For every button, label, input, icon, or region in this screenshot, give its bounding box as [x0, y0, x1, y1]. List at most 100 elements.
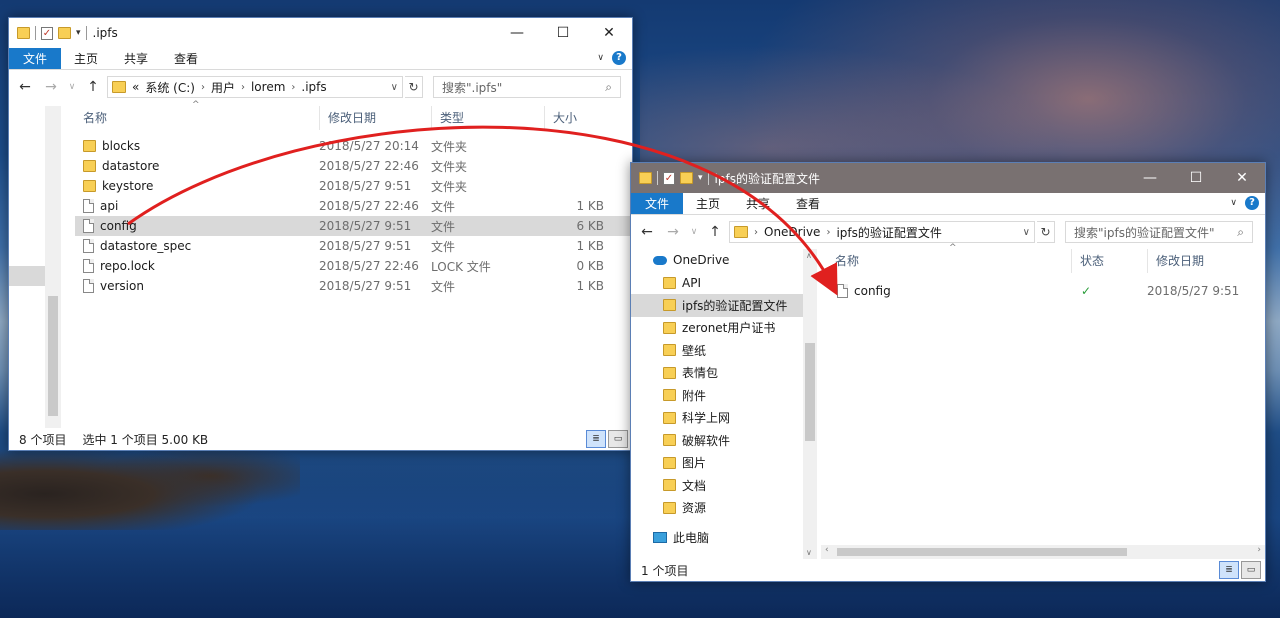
nav-pane-scrollbar[interactable]: [45, 106, 61, 428]
back-button[interactable]: ←: [635, 224, 659, 240]
help-icon[interactable]: ?: [1245, 196, 1259, 210]
refresh-button[interactable]: ↻: [1037, 221, 1055, 243]
help-icon[interactable]: ?: [612, 51, 626, 65]
search-placeholder: 搜索"ipfs的验证配置文件": [1074, 225, 1215, 240]
table-row[interactable]: blocks 2018/5/27 20:14 文件夹: [75, 136, 631, 156]
tree-item-folder[interactable]: 文档: [631, 474, 803, 497]
maximize-button[interactable]: ☐: [540, 18, 586, 48]
horizontal-scrollbar[interactable]: ‹ ›: [821, 545, 1265, 559]
recent-dropdown-icon[interactable]: ∨: [687, 227, 701, 237]
tree-item-folder[interactable]: 破解软件: [631, 429, 803, 452]
minimize-button[interactable]: —: [494, 18, 540, 48]
chevron-right-icon[interactable]: ›: [241, 82, 245, 93]
new-folder-icon[interactable]: [58, 27, 71, 39]
address-dropdown-icon[interactable]: ∨: [1023, 227, 1030, 238]
ribbon: 文件 主页 共享 查看 ∨ ?: [9, 48, 632, 70]
table-row[interactable]: version 2018/5/27 9:51 文件 1 KB: [75, 276, 631, 296]
tab-share[interactable]: 共享: [733, 193, 783, 214]
ribbon: 文件 主页 共享 查看 ∨ ?: [631, 193, 1265, 215]
breadcrumb-ipfs[interactable]: .ipfs: [301, 80, 326, 94]
maximize-button[interactable]: ☐: [1173, 163, 1219, 193]
refresh-button[interactable]: ↻: [405, 76, 423, 98]
chevron-right-icon[interactable]: ›: [291, 82, 295, 93]
expand-ribbon-icon[interactable]: ∨: [1230, 198, 1237, 208]
nav-pane-selected-item[interactable]: [9, 266, 45, 286]
chevron-right-icon[interactable]: ›: [754, 227, 758, 238]
tree-item-folder[interactable]: 壁纸: [631, 339, 803, 362]
address-dropdown-icon[interactable]: ∨: [391, 82, 398, 93]
tree-item-folder[interactable]: 科学上网: [631, 407, 803, 430]
tree-item-onedrive[interactable]: OneDrive: [631, 249, 803, 272]
column-date[interactable]: 修改日期: [319, 106, 431, 130]
details-view-icon[interactable]: ≣: [586, 430, 606, 448]
tab-view[interactable]: 查看: [783, 193, 833, 214]
breadcrumb-users[interactable]: 用户: [211, 79, 235, 96]
tab-file[interactable]: 文件: [631, 193, 684, 214]
search-input[interactable]: 搜索".ipfs" ⌕: [433, 76, 621, 98]
minimize-button[interactable]: —: [1127, 163, 1173, 193]
breadcrumb-onedrive[interactable]: OneDrive: [764, 225, 820, 239]
breadcrumb-current-folder[interactable]: ipfs的验证配置文件: [836, 224, 941, 241]
forward-button[interactable]: →: [661, 224, 685, 240]
address-bar[interactable]: « 系统 (C:) › 用户 › lorem › .ipfs ∨: [107, 76, 403, 98]
tree-item-folder[interactable]: 附件: [631, 384, 803, 407]
tree-item-folder[interactable]: ipfs的验证配置文件: [631, 294, 803, 317]
tree-item-folder[interactable]: 资源: [631, 497, 803, 520]
forward-button[interactable]: →: [39, 79, 63, 95]
tree-item-this-pc[interactable]: 此电脑: [631, 526, 803, 549]
nav-pane-scroll-thumb[interactable]: [48, 296, 58, 416]
tree-item-folder[interactable]: zeronet用户证书: [631, 317, 803, 340]
up-button[interactable]: ↑: [81, 79, 105, 95]
breadcrumb-c-drive[interactable]: 系统 (C:): [145, 79, 195, 96]
search-input[interactable]: 搜索"ipfs的验证配置文件" ⌕: [1065, 221, 1253, 243]
chevron-right-icon[interactable]: ›: [826, 227, 830, 238]
back-button[interactable]: ←: [13, 79, 37, 95]
horizontal-scroll-thumb[interactable]: [837, 548, 1127, 556]
column-size[interactable]: 大小: [544, 106, 631, 130]
address-bar[interactable]: › OneDrive › ipfs的验证配置文件 ∨: [729, 221, 1035, 243]
tab-home[interactable]: 主页: [683, 193, 733, 214]
table-row[interactable]: datastore 2018/5/27 22:46 文件夹: [75, 156, 631, 176]
large-icons-view-icon[interactable]: ▭: [1241, 561, 1261, 579]
column-type[interactable]: 类型: [431, 106, 544, 130]
column-status[interactable]: 状态: [1071, 249, 1147, 273]
quick-access-dropdown-icon[interactable]: ▾: [698, 173, 703, 183]
scroll-right-icon[interactable]: ›: [1257, 545, 1261, 555]
expand-ribbon-icon[interactable]: ∨: [597, 53, 604, 63]
scroll-up-icon[interactable]: ∧: [806, 251, 812, 260]
properties-icon[interactable]: ✓: [663, 171, 675, 185]
large-icons-view-icon[interactable]: ▭: [608, 430, 628, 448]
properties-icon[interactable]: ✓: [41, 26, 53, 40]
column-date[interactable]: 修改日期: [1147, 249, 1263, 273]
breadcrumb-lorem[interactable]: lorem: [251, 80, 285, 94]
scroll-left-icon[interactable]: ‹: [825, 545, 829, 555]
tree-item-folder[interactable]: API: [631, 272, 803, 295]
tab-share[interactable]: 共享: [111, 48, 161, 69]
table-row[interactable]: config ✓ 2018/5/27 9:51: [827, 281, 1263, 301]
tab-view[interactable]: 查看: [161, 48, 211, 69]
tree-item-folder[interactable]: 表情包: [631, 362, 803, 385]
table-row[interactable]: api 2018/5/27 22:46 文件 1 KB: [75, 196, 631, 216]
table-row[interactable]: datastore_spec 2018/5/27 9:51 文件 1 KB: [75, 236, 631, 256]
table-row[interactable]: repo.lock 2018/5/27 22:46 LOCK 文件 0 KB: [75, 256, 631, 276]
details-view-icon[interactable]: ≣: [1219, 561, 1239, 579]
onedrive-cloud-icon: [653, 255, 667, 265]
tree-item-folder[interactable]: 图片: [631, 452, 803, 475]
close-button[interactable]: ✕: [586, 18, 632, 48]
nav-pane-scroll-thumb[interactable]: [805, 343, 815, 441]
new-folder-icon[interactable]: [680, 172, 693, 184]
table-row[interactable]: keystore 2018/5/27 9:51 文件夹: [75, 176, 631, 196]
chevron-right-icon[interactable]: ›: [201, 82, 205, 93]
scroll-down-icon[interactable]: ∨: [806, 548, 812, 557]
recent-dropdown-icon[interactable]: ∨: [65, 82, 79, 92]
table-row[interactable]: config 2018/5/27 9:51 文件 6 KB: [75, 216, 631, 236]
tree-item-label: 文档: [682, 478, 707, 493]
close-button[interactable]: ✕: [1219, 163, 1265, 193]
breadcrumb-overflow[interactable]: «: [132, 80, 139, 94]
up-button[interactable]: ↑: [703, 224, 727, 240]
tab-home[interactable]: 主页: [61, 48, 111, 69]
nav-pane-scrollbar[interactable]: ∧ ∨: [803, 249, 817, 559]
quick-access-dropdown-icon[interactable]: ▾: [76, 28, 81, 38]
row-date: 2018/5/27 22:46: [319, 259, 419, 273]
tab-file[interactable]: 文件: [9, 48, 62, 69]
